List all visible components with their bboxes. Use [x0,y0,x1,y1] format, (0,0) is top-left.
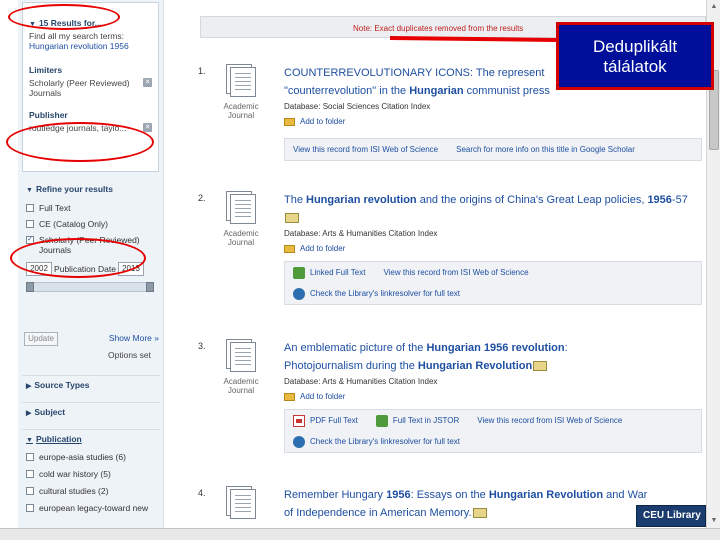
annotation-ring-results [8,4,120,30]
image-thumbnail-icon[interactable] [533,361,548,372]
search-query[interactable]: Hungarian revolution 1956 [29,41,152,51]
folder-icon [284,244,295,253]
result-database: Database: Arts & Humanities Citation Ind… [284,377,438,386]
result-number: 1. [198,66,206,76]
result-links: Linked Full Text View this record from I… [284,261,702,305]
publication-checkbox[interactable] [26,504,34,512]
facet-publication[interactable]: ▼ Publication [22,429,160,447]
catalog-only-checkbox[interactable] [26,220,34,228]
remove-publisher-icon[interactable]: ✕ [143,123,152,132]
limiter-value-2: Journals [29,88,62,98]
jstor-link[interactable]: Full Text in JSTOR [393,416,459,425]
collapse-triangle-icon: ▼ [26,437,33,444]
result-links: View this record from ISI Web of Science… [284,138,702,161]
full-text-label: Full Text [39,203,71,213]
add-to-folder[interactable]: Add to folder [284,117,702,126]
annotation-ring-publisher [6,122,154,162]
result-type: Academic Journal [223,229,259,247]
scroll-up-icon[interactable]: ▲ [709,2,719,12]
google-scholar-link[interactable]: Search for more info on this title in Go… [456,145,635,154]
result-number: 3. [198,341,206,351]
facet-subject[interactable]: ▶ Subject [22,402,160,420]
add-to-folder[interactable]: Add to folder [284,392,702,401]
ceu-library-logo: CEU Library [636,505,706,527]
academic-journal-icon[interactable] [220,339,258,373]
image-thumbnail-icon[interactable] [472,508,487,519]
document-icon[interactable] [220,486,258,520]
show-more-link[interactable]: Show More » [109,333,159,343]
annotation-ring-scholarly [10,238,146,278]
linkresolver-icon [293,435,305,448]
update-button[interactable]: Update [24,332,58,346]
expand-triangle-icon: ▶ [26,383,32,390]
collapse-triangle-icon: ▼ [26,187,33,194]
refine-results-header[interactable]: ▼ Refine your results [26,184,163,194]
callout-line-1: Deduplikált [592,37,678,56]
publication-item[interactable]: cold war history (5) [26,469,160,479]
publisher-title: Publisher [29,110,68,120]
duplicates-note: Note: Exact duplicates removed from the … [353,24,524,33]
scroll-down-icon[interactable]: ▼ [709,516,719,526]
limiter-value: Scholarly (Peer Reviewed) [29,78,130,88]
limiter-row: Scholarly (Peer Reviewed) Journals ✕ [29,78,152,98]
result-links: PDF Full Text Full Text in JSTOR View th… [284,409,702,453]
slider-end-handle[interactable] [146,282,154,292]
academic-journal-icon[interactable] [220,64,258,98]
limiters-title: Limiters [29,65,63,75]
result-type: Academic Journal [223,377,259,395]
publication-checkbox[interactable] [26,453,34,461]
catalog-only-checkbox-row[interactable]: CE (Catalog Only) [26,219,163,229]
jstor-icon [375,414,388,427]
find-all-text: Find all my search terms: [29,31,124,41]
publication-item[interactable]: european legacy-toward new [26,503,160,513]
linkresolver-icon [293,287,305,300]
pdf-icon [293,414,305,427]
callout-line-2: tálálatok [603,57,667,76]
isi-record-link[interactable]: View this record from ISI Web of Science [383,268,528,277]
result-database: Database: Arts & Humanities Citation Ind… [284,229,438,238]
catalog-only-label: CE (Catalog Only) [39,219,108,229]
publication-checkbox[interactable] [26,470,34,478]
academic-journal-icon[interactable] [220,191,258,225]
expand-triangle-icon: ▶ [26,410,32,417]
full-text-checkbox-row[interactable]: Full Text [26,203,163,213]
deduplicated-results-callout: Deduplikált tálálatok [556,22,714,90]
date-slider[interactable] [26,282,154,292]
result-database: Database: Social Sciences Citation Index [284,102,431,111]
result-title[interactable]: An emblematic picture of the Hungarian 1… [284,339,702,375]
status-bar [0,528,720,540]
folder-icon [284,392,295,401]
linkresolver-link[interactable]: Check the Library's linkresolver for ful… [310,437,460,446]
isi-record-link[interactable]: View this record from ISI Web of Science [293,145,438,154]
result-type: Academic Journal [223,102,259,120]
result-number: 2. [198,193,206,203]
folder-icon [284,117,295,126]
image-thumbnail-icon[interactable] [285,213,299,224]
isi-record-link[interactable]: View this record from ISI Web of Science [477,416,622,425]
slider-start-handle[interactable] [26,282,34,292]
remove-limiter-icon[interactable]: ✕ [143,78,152,87]
facet-source-types[interactable]: ▶ Source Types [22,375,160,393]
pdf-full-text-link[interactable]: PDF Full Text [310,416,358,425]
publication-item[interactable]: cultural studies (2) [26,486,160,496]
publication-list: europe-asia studies (6) cold war history… [22,452,160,520]
publication-item[interactable]: europe-asia studies (6) [26,452,160,462]
result-number: 4. [198,488,206,498]
linkresolver-link[interactable]: Check the Library's linkresolver for ful… [310,289,460,298]
result-title[interactable]: The Hungarian revolution and the origins… [284,191,702,227]
linked-full-text-link[interactable]: Linked Full Text [310,268,365,277]
linked-full-text-icon [293,266,305,279]
publication-checkbox[interactable] [26,487,34,495]
options-set-text: Options set [108,350,151,360]
full-text-checkbox[interactable] [26,204,34,212]
add-to-folder[interactable]: Add to folder [284,244,702,253]
